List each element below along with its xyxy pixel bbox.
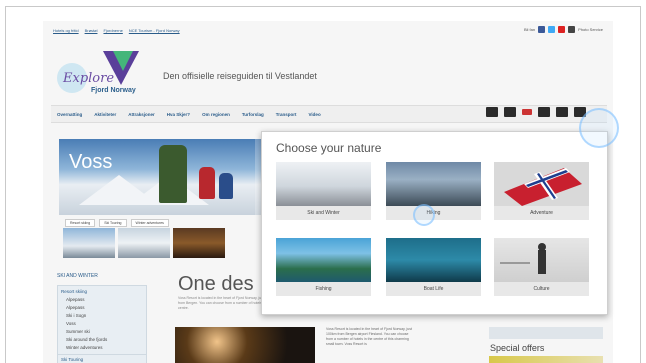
top-link[interactable]: Hotels og fritid — [53, 28, 79, 33]
popup-title: Choose your nature — [276, 141, 382, 155]
top-link[interactable]: NCE Tourism - Fjord Norway — [129, 28, 180, 33]
sidebar-subitem[interactable]: Winter adventures — [61, 344, 143, 352]
nature-tile-ski-winter[interactable]: Ski and Winter — [276, 162, 371, 220]
hero-title: Voss — [69, 151, 113, 173]
nav-item[interactable]: Video — [309, 112, 321, 117]
tile-label: Fishing — [276, 282, 371, 296]
site-logo[interactable]: Explore Fjord Norway — [55, 47, 139, 99]
boat-icon[interactable] — [556, 107, 568, 117]
norwegian-flag-icon — [504, 168, 582, 206]
tile-image — [494, 238, 589, 282]
tile-label: Boat Life — [386, 282, 481, 296]
sidebar-subitem[interactable]: Ski i Sogn — [61, 312, 143, 320]
tile-image — [276, 162, 371, 206]
nature-tile-culture[interactable]: Culture — [494, 238, 589, 296]
tile-image — [494, 162, 589, 206]
nature-tile-boat-life[interactable]: Boat Life — [386, 238, 481, 296]
tile-image — [276, 238, 371, 282]
hero-tab[interactable]: Resort skiing — [65, 219, 96, 227]
twitter-icon[interactable] — [548, 26, 556, 33]
hero-thumbnails — [63, 228, 225, 258]
nav-item[interactable]: Hva Skjer? — [167, 112, 190, 117]
thumbnail[interactable] — [63, 228, 115, 258]
utility-bar: Bli fan Photo Service — [524, 26, 603, 33]
hero-tab[interactable]: Winter adventures — [130, 219, 169, 227]
nav-item[interactable]: Om regionen — [202, 112, 230, 117]
nature-icons — [486, 107, 586, 117]
right-column-box — [489, 327, 603, 339]
sidebar: SKI AND WINTER Resort skiing Alpepass Al… — [57, 273, 147, 363]
hero-banner: Voss — [59, 139, 284, 215]
sidebar-subitem[interactable]: Alpepass — [61, 304, 143, 312]
fan-label: Bli fan — [523, 27, 536, 32]
tile-label: Ski and Winter — [276, 206, 371, 220]
nav-item[interactable]: Turforslag — [242, 112, 264, 117]
hiking-icon[interactable] — [504, 107, 516, 117]
resort-photo — [175, 327, 315, 363]
top-links: Hotels og fritid Brøstøl Fjordnerne NCE … — [53, 28, 180, 33]
culture-figure-icon — [500, 243, 546, 274]
nav-item[interactable]: Overnatting — [57, 112, 82, 117]
sidebar-subitem[interactable]: Summer ski — [61, 328, 143, 336]
sidebar-item-resort-skiing[interactable]: Resort skiing — [61, 288, 143, 296]
nav-item[interactable]: Aktiviteter — [94, 112, 116, 117]
thumbnail[interactable] — [173, 228, 225, 258]
sidebar-subitem[interactable]: Alpepass — [61, 296, 143, 304]
cursor-highlight — [579, 108, 619, 148]
camera-icon[interactable] — [568, 26, 576, 33]
body-text: Voss Resort is located in the heart of F… — [326, 327, 412, 346]
special-offers-heading: Special offers — [490, 343, 545, 353]
youtube-icon[interactable] — [558, 26, 566, 33]
choose-nature-popup: Choose your nature Ski and Winter Hiking… — [261, 131, 608, 315]
sidebar-item-ski-touring[interactable]: Ski Touring — [57, 355, 147, 363]
nav-item[interactable]: Attraksjoner — [128, 112, 155, 117]
nature-tile-adventure[interactable]: Adventure — [494, 162, 589, 220]
photo-service-link[interactable]: Photo Service — [578, 27, 603, 32]
tile-label: Culture — [494, 282, 589, 296]
sidebar-subitem[interactable]: Voss — [61, 320, 143, 328]
fishing-icon[interactable] — [538, 107, 550, 117]
browser-frame: Hotels og fritid Brøstøl Fjordnerne NCE … — [5, 6, 641, 363]
logo-word-explore: Explore — [63, 71, 115, 86]
hero-person — [199, 167, 215, 199]
hero-tab[interactable]: Ski Touring — [99, 219, 127, 227]
tile-image — [386, 162, 481, 206]
ski-icon[interactable] — [486, 107, 498, 117]
sidebar-subitem[interactable]: Ski around the fjords — [61, 336, 143, 344]
top-link[interactable]: Fjordnerne — [103, 28, 122, 33]
sidebar-heading: SKI AND WINTER — [57, 273, 98, 279]
site-tagline: Den offisielle reiseguiden til Vestlande… — [163, 71, 317, 81]
special-offer-image[interactable] — [489, 356, 603, 363]
logo-triangle — [113, 51, 133, 71]
cursor-highlight — [413, 204, 435, 226]
sidebar-menu: Resort skiing Alpepass Alpepass Ski i So… — [57, 285, 147, 355]
logo-word-fjord-norway: Fjord Norway — [91, 87, 136, 94]
tile-image — [386, 238, 481, 282]
nav-item[interactable]: Transport — [276, 112, 297, 117]
hero-tabs: Resort skiing Ski Touring Winter adventu… — [65, 219, 169, 227]
thumbnail[interactable] — [118, 228, 170, 258]
hero-person — [159, 145, 187, 203]
facebook-icon[interactable] — [538, 26, 546, 33]
top-link[interactable]: Brøstøl — [85, 28, 98, 33]
nature-tile-fishing[interactable]: Fishing — [276, 238, 371, 296]
adventure-icon[interactable] — [522, 109, 532, 115]
hero-person — [219, 173, 233, 199]
tile-label: Adventure — [494, 206, 589, 220]
main-heading: One des — [178, 273, 254, 295]
